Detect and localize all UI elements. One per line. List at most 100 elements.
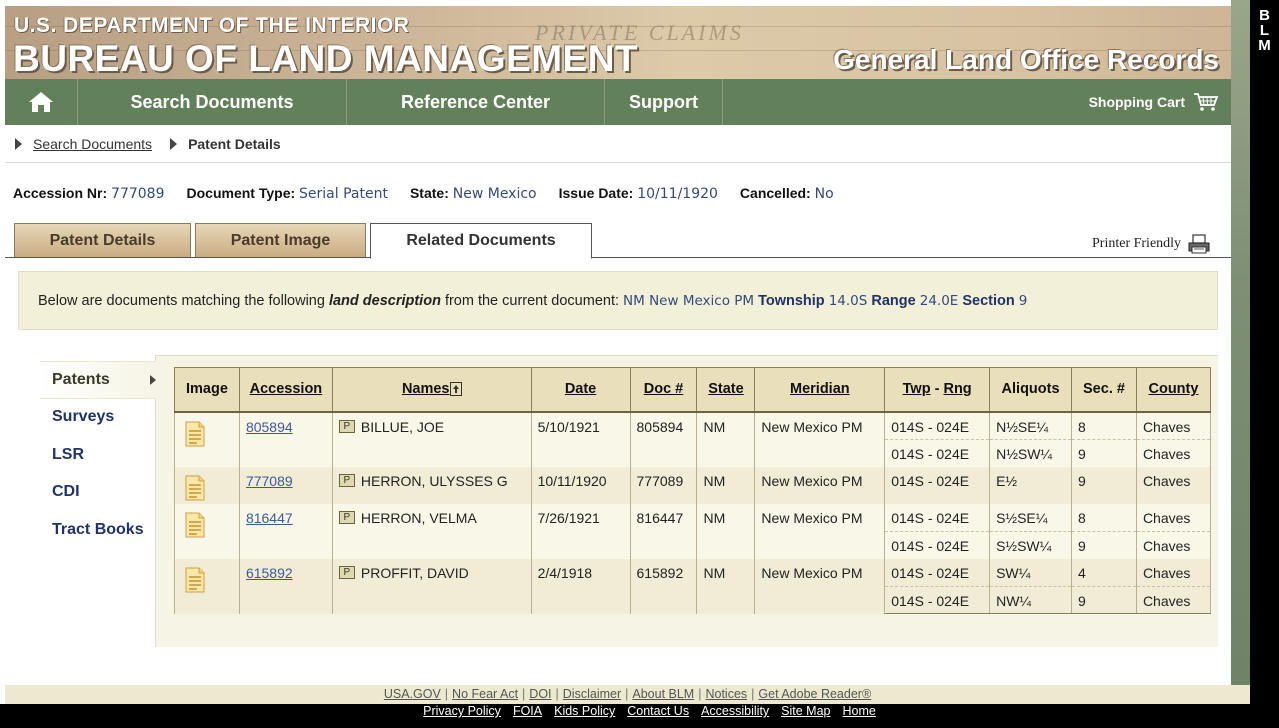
- col-county-label: County: [1148, 381, 1199, 398]
- doc-nav-surveys[interactable]: Surveys: [40, 399, 156, 437]
- footer-link[interactable]: Disclaimer: [563, 687, 621, 701]
- col-rng-label: Rng: [943, 381, 972, 398]
- col-sec: Sec. #: [1071, 367, 1137, 413]
- tab-patent-image[interactable]: Patent Image: [195, 223, 366, 258]
- cell-county: Chaves: [1135, 438, 1212, 467]
- tab-related-documents[interactable]: Related Documents: [370, 223, 592, 259]
- footer-link[interactable]: Get Adobe Reader®: [758, 687, 871, 701]
- cell-aliquot: NW¼: [989, 585, 1073, 614]
- cell-aliquot: N½SE¼: [989, 411, 1073, 439]
- footer-link[interactable]: DOI: [529, 687, 551, 701]
- home-button[interactable]: [5, 79, 78, 125]
- footer-link[interactable]: Accessibility: [701, 704, 769, 718]
- doc-nav-patents[interactable]: Patents: [40, 361, 156, 399]
- col-names[interactable]: Names: [331, 367, 532, 413]
- patent-type-icon: P: [338, 419, 355, 433]
- meta-accession-value: 777089: [111, 186, 165, 202]
- footer-link[interactable]: About BLM: [632, 687, 694, 701]
- col-accession-label: Accession: [249, 381, 323, 398]
- document-icon[interactable]: [183, 567, 207, 596]
- meta-state-value: New Mexico: [452, 186, 537, 202]
- cell-accession: 805894: [238, 411, 333, 467]
- black-edge: [1250, 0, 1279, 728]
- accession-link[interactable]: 615892: [246, 565, 293, 581]
- col-accession[interactable]: Accession: [238, 367, 333, 413]
- desc-middle: from the current document:: [444, 292, 620, 309]
- document-icon[interactable]: [183, 512, 207, 541]
- col-names-label: Names: [401, 381, 450, 398]
- footer-link[interactable]: FOIA: [513, 704, 542, 718]
- col-doc[interactable]: Doc #: [629, 367, 698, 413]
- cell-image[interactable]: [174, 503, 240, 559]
- cell-name: P HERRON, ULYSSES G: [331, 466, 532, 504]
- col-twp-rng[interactable]: Twp - Rng: [884, 367, 991, 413]
- footer-link[interactable]: USA.GOV: [384, 687, 441, 701]
- nav-search-documents[interactable]: Search Documents: [78, 79, 347, 125]
- cell-state: NM: [696, 558, 756, 614]
- shopping-cart-link[interactable]: Shopping Cart: [723, 79, 1231, 125]
- accession-link[interactable]: 805894: [246, 419, 293, 435]
- cell-image[interactable]: [174, 411, 240, 467]
- col-county[interactable]: County: [1135, 367, 1212, 413]
- desc-range-value: 24.0E: [919, 292, 959, 309]
- chevron-right-icon: [150, 374, 156, 385]
- printer-friendly-label: Printer Friendly: [1092, 236, 1182, 251]
- footer-link[interactable]: Notices: [705, 687, 747, 701]
- cell-sec: 9: [1071, 530, 1137, 559]
- footer-separator: |: [522, 687, 526, 701]
- footer-links-primary: USA.GOV | No Fear Act | DOI | Disclaimer | About…: [5, 685, 1250, 704]
- document-icon[interactable]: [183, 475, 207, 504]
- cell-state: NM: [696, 503, 756, 559]
- col-date-label: Date: [564, 381, 597, 398]
- cell-county: Chaves: [1135, 530, 1212, 559]
- footer-link[interactable]: Contact Us: [627, 704, 689, 718]
- breadcrumb-search-documents[interactable]: Search Documents: [33, 136, 152, 152]
- cell-twp-rng: 014S - 024E: [884, 585, 991, 614]
- site-title: General Land Office Records: [833, 44, 1219, 75]
- side-strip: [1231, 0, 1250, 704]
- footer-link[interactable]: No Fear Act: [452, 687, 518, 701]
- nav-reference-center[interactable]: Reference Center: [347, 79, 605, 125]
- main-nav: Search Documents Reference Center Suppor…: [5, 79, 1231, 125]
- footer-link[interactable]: Site Map: [781, 704, 830, 718]
- cell-sec: 8: [1071, 503, 1137, 531]
- cell-twp-rng: 014S - 024E: [884, 411, 991, 439]
- meta-issue-value: 10/11/1920: [637, 186, 718, 202]
- patentee-name: BILLUE, JOE: [360, 418, 445, 435]
- accession-link[interactable]: 816447: [246, 510, 293, 526]
- patentee-name: HERRON, VELMA: [360, 509, 477, 526]
- doc-nav-tract-books[interactable]: Tract Books: [40, 511, 156, 549]
- cell-meridian: New Mexico PM: [754, 411, 886, 467]
- col-aliquots: Aliquots: [989, 367, 1073, 413]
- cell-county: Chaves: [1135, 558, 1212, 586]
- col-meridian[interactable]: Meridian: [754, 367, 886, 413]
- col-state[interactable]: State: [696, 367, 756, 413]
- cell-name: P HERRON, VELMA: [331, 503, 532, 559]
- cell-image[interactable]: [174, 558, 240, 614]
- accession-link[interactable]: 777089: [246, 473, 293, 489]
- cell-meridian: New Mexico PM: [754, 466, 886, 504]
- printer-friendly-link[interactable]: Printer Friendly: [1092, 233, 1211, 255]
- footer-link[interactable]: Privacy Policy: [423, 704, 501, 718]
- cell-name: P BILLUE, JOE: [331, 411, 532, 467]
- document-icon[interactable]: [183, 421, 207, 450]
- header-banner: PRIVATE CLAIMS U.S. DEPARTMENT OF THE IN…: [5, 6, 1231, 79]
- cell-image[interactable]: [174, 466, 240, 504]
- cell-sec: 9: [1071, 585, 1137, 614]
- desc-township-value: 14.0S: [828, 292, 868, 309]
- col-date[interactable]: Date: [530, 367, 631, 413]
- cart-icon: [1194, 93, 1219, 111]
- cell-aliquot: N½SW¼: [989, 438, 1073, 467]
- doc-nav-cdi[interactable]: CDI: [40, 474, 156, 512]
- tab-patent-details[interactable]: Patent Details: [14, 223, 191, 258]
- nav-support[interactable]: Support: [605, 79, 723, 125]
- col-meridian-label: Meridian: [790, 381, 850, 398]
- breadcrumb: Search Documents Patent Details: [5, 125, 1231, 163]
- cell-aliquot: E½: [989, 466, 1073, 504]
- footer-link[interactable]: Kids Policy: [554, 704, 615, 718]
- cell-state: NM: [696, 411, 756, 467]
- home-icon: [29, 92, 53, 112]
- cell-meridian: New Mexico PM: [754, 558, 886, 614]
- footer-link[interactable]: Home: [843, 704, 876, 718]
- doc-nav-lsr[interactable]: LSR: [40, 436, 156, 474]
